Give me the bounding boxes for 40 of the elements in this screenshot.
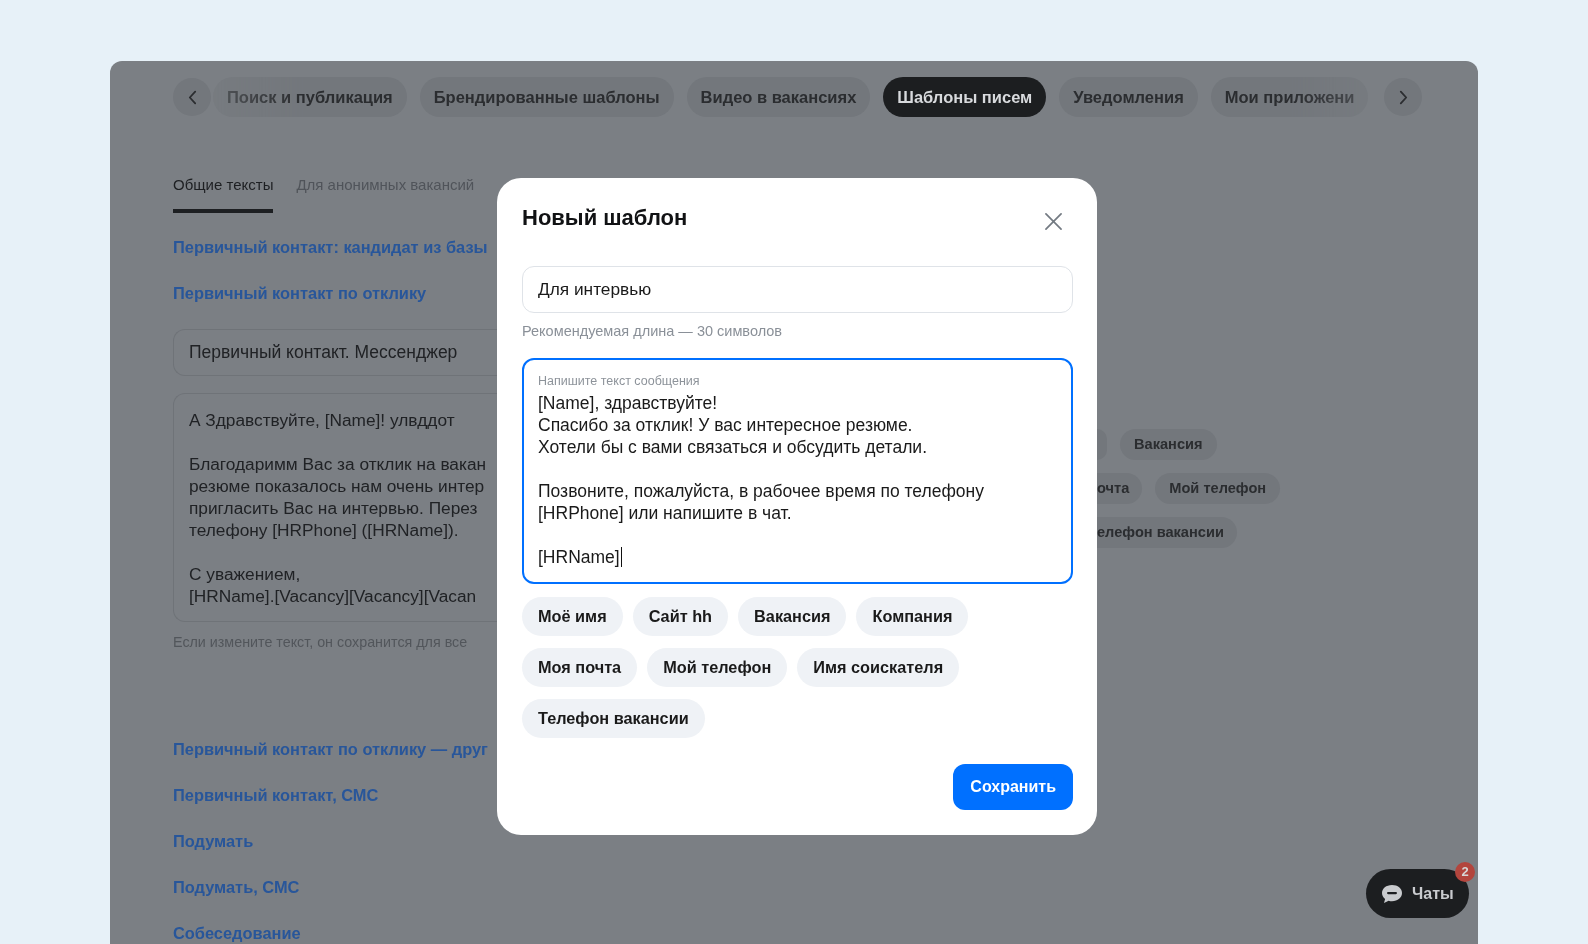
field-hint: Рекомендуемая длина — 30 символов — [522, 322, 783, 341]
variable-chip[interactable]: Вакансия — [1120, 429, 1217, 460]
variable-chip[interactable]: Мой телефон — [1155, 473, 1281, 504]
template-link[interactable]: Первичный контакт по отклику — друг — [173, 739, 488, 759]
template-link[interactable]: Первичный контакт: кандидат из базы — [173, 236, 488, 258]
template-link[interactable]: Первичный контакт по отклику — [173, 282, 427, 304]
text-cursor — [620, 547, 623, 567]
template-link[interactable]: Первичный контакт, СМС — [173, 785, 379, 805]
nav-tab[interactable]: Уведомления — [1059, 77, 1198, 117]
nav-tab[interactable]: Поиск и публикация — [213, 77, 407, 117]
dialog-title: Новый шаблон — [522, 204, 688, 232]
nav-tab[interactable]: Мои приложени — [1210, 77, 1369, 117]
scroll-right-button[interactable] — [1384, 78, 1422, 116]
variable-chip[interactable]: Мой телефон — [647, 648, 788, 687]
template-title-field[interactable]: Первичный контакт. Мессенджер — [173, 329, 497, 376]
variable-chip[interactable]: Моё имя — [522, 597, 623, 636]
chevron-right-icon — [1398, 89, 1408, 105]
template-link[interactable]: Собеседование — [173, 923, 301, 943]
close-button[interactable] — [1043, 211, 1063, 231]
close-icon — [1044, 212, 1062, 230]
chevron-left-icon — [187, 89, 197, 105]
nav-tab[interactable]: Брендированные шаблоны — [419, 77, 674, 117]
variable-chip[interactable]: Вакансия — [738, 597, 847, 636]
message-field[interactable]: Напишите текст сообщения [Name], здравствуйте! Спасибо за отклик! У вас интересное резюме. Хотели бы с вами связаться и обсудить детали. Позвоните, пожалуйста, в рабочее время по телефону [HRPhone] или напишите в чат. [HRName] — [522, 358, 1073, 584]
template-link[interactable]: Подумать, СМС — [173, 877, 300, 897]
variable-chip[interactable]: Имя соискателя — [797, 648, 960, 687]
variable-chip[interactable]: Телефон вакансии — [522, 699, 705, 738]
scroll-left-button[interactable] — [173, 78, 211, 116]
variable-chip[interactable]: Компания — [856, 597, 969, 636]
variable-chip[interactable]: Моя почта — [522, 648, 638, 687]
variable-chip[interactable]: очта — [1097, 473, 1143, 504]
variable-chip[interactable]: елефон вакансии — [1097, 517, 1237, 548]
template-link[interactable]: Подумать — [173, 831, 254, 851]
save-button[interactable]: Сохранить — [953, 764, 1073, 810]
chat-bubble-icon — [1381, 883, 1403, 904]
sub-tab[interactable]: Общие тексты — [173, 175, 274, 213]
template-name-field[interactable]: Для интервью — [522, 266, 1073, 313]
variable-chip[interactable]: Сайт hh — [632, 597, 729, 636]
nav-tab[interactable]: Видео в вакансиях — [686, 77, 871, 117]
nav-tab[interactable]: Шаблоны писем — [883, 77, 1047, 117]
